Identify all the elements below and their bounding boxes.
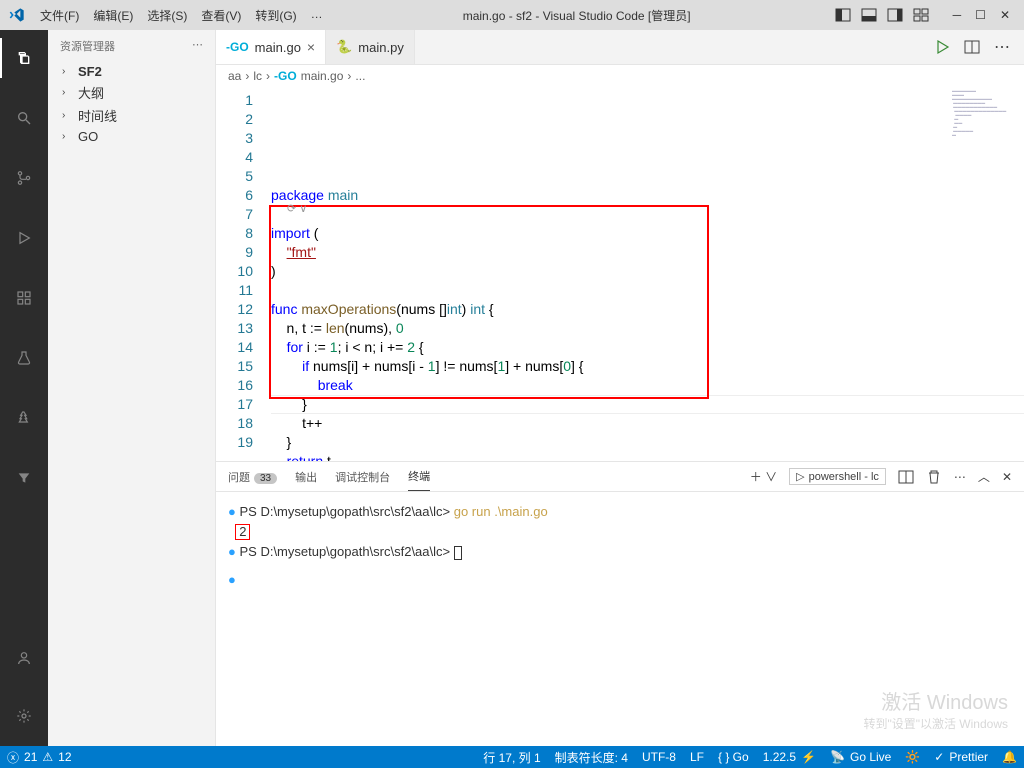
editor-group: -GO main.go × 🐍 main.py ⋯ aa › lc › -GO … xyxy=(216,30,1024,746)
status-encoding[interactable]: UTF-8 xyxy=(635,749,683,766)
breadcrumb[interactable]: aa › lc › -GO main.go › ... xyxy=(216,65,1024,87)
layout-editor-icon[interactable] xyxy=(835,7,851,23)
terminal-body[interactable]: ● PS D:\mysetup\gopath\src\sf2\aa\lc> go… xyxy=(216,492,1024,746)
testing-icon[interactable] xyxy=(0,338,48,378)
go-file-icon: -GO xyxy=(226,40,249,54)
window-title: main.go - sf2 - Visual Studio Code [管理员] xyxy=(329,7,825,24)
close-icon[interactable]: × xyxy=(307,39,315,55)
line-numbers: 12345678910111213141516171819 xyxy=(216,87,271,461)
new-terminal-icon[interactable]: ＋ ∨ xyxy=(750,468,777,485)
run-debug-icon[interactable] xyxy=(0,218,48,258)
menu-select[interactable]: 选择(S) xyxy=(141,3,193,28)
status-golive[interactable]: 📡 Go Live xyxy=(823,749,898,766)
sidebar-more-icon[interactable]: ⋯ xyxy=(192,38,203,54)
split-editor-icon[interactable] xyxy=(964,39,980,55)
layout-customize-icon[interactable] xyxy=(913,7,929,23)
search-icon[interactable] xyxy=(0,98,48,138)
sidebar-item-outline[interactable]: ›大纲 xyxy=(48,81,215,104)
code-area[interactable]: ⟳ ∨ package mainimport ( "fmt")func maxO… xyxy=(271,87,1024,461)
go-ext-icon[interactable] xyxy=(0,398,48,438)
vscode-icon xyxy=(0,7,34,23)
title-bar: 文件(F) 编辑(E) 选择(S) 查看(V) 转到(G) … main.go … xyxy=(0,0,1024,30)
status-misc[interactable]: 🔆 xyxy=(898,749,927,766)
maximize-button[interactable]: ☐ xyxy=(975,8,986,22)
menu-edit[interactable]: 编辑(E) xyxy=(87,3,139,28)
menu-go[interactable]: 转到(G) xyxy=(249,3,302,28)
panel-tab-terminal[interactable]: 终端 xyxy=(408,462,430,491)
status-bar: ⓧ 21 ⚠ 12 行 17, 列 1 制表符长度: 4 UTF-8 LF { … xyxy=(0,746,1024,768)
sidebar-item-sf2[interactable]: ›SF2 xyxy=(48,62,215,81)
menu-more[interactable]: … xyxy=(305,3,329,28)
panel-tab-output[interactable]: 输出 xyxy=(295,463,317,491)
status-bell-icon[interactable]: 🔔 xyxy=(995,749,1024,766)
tab-main-go[interactable]: -GO main.go × xyxy=(216,30,326,64)
run-icon[interactable] xyxy=(934,39,950,55)
status-lncol[interactable]: 行 17, 列 1 xyxy=(476,749,547,766)
source-control-icon[interactable] xyxy=(0,158,48,198)
extensions-icon[interactable] xyxy=(0,278,48,318)
editor-tabs: -GO main.go × 🐍 main.py ⋯ xyxy=(216,30,1024,65)
explorer-icon[interactable] xyxy=(0,38,48,78)
sidebar-item-timeline[interactable]: ›时间线 xyxy=(48,104,215,127)
more-actions-icon[interactable]: ⋯ xyxy=(994,37,1010,57)
python-file-icon: 🐍 xyxy=(336,39,352,55)
split-terminal-icon[interactable] xyxy=(898,469,914,485)
minimap[interactable]: ▬▬▬▬▬▬ ▬▬▬ ▬▬▬▬▬▬▬▬▬▬ ▬▬▬▬▬▬▬▬ ▬▬▬▬▬▬▬▬▬… xyxy=(952,89,1022,149)
panel: 问题33 输出 调试控制台 终端 ＋ ∨ ▷ powershell - lc ⋯… xyxy=(216,461,1024,746)
status-tabsize[interactable]: 制表符长度: 4 xyxy=(548,749,635,766)
layout-sidebar-icon[interactable] xyxy=(887,7,903,23)
minimize-button[interactable]: ─ xyxy=(953,8,962,22)
code-annotation-icon[interactable]: ⟳ ∨ xyxy=(287,200,307,219)
status-language[interactable]: { } Go xyxy=(711,749,756,766)
menu-file[interactable]: 文件(F) xyxy=(34,3,85,28)
sidebar-item-go[interactable]: ›GO xyxy=(48,127,215,146)
status-eol[interactable]: LF xyxy=(683,749,711,766)
sidebar-explorer: 资源管理器 ⋯ ›SF2 ›大纲 ›时间线 ›GO xyxy=(48,30,216,746)
activity-bar xyxy=(0,30,48,746)
menu-view[interactable]: 查看(V) xyxy=(195,3,247,28)
status-errors[interactable]: ⓧ 21 ⚠ 12 xyxy=(0,749,79,766)
terminal-selector[interactable]: ▷ powershell - lc xyxy=(789,468,886,485)
panel-tab-debug[interactable]: 调试控制台 xyxy=(335,463,390,491)
editor-body[interactable]: 12345678910111213141516171819 ⟳ ∨ packag… xyxy=(216,87,1024,461)
close-panel-icon[interactable]: ✕ xyxy=(1002,470,1012,484)
filter-icon[interactable] xyxy=(0,458,48,498)
panel-tab-problems[interactable]: 问题33 xyxy=(228,463,277,491)
close-button[interactable]: ✕ xyxy=(1000,8,1010,22)
trash-icon[interactable] xyxy=(926,469,942,485)
chevron-up-icon[interactable]: ︿ xyxy=(978,468,990,485)
menu-bar: 文件(F) 编辑(E) 选择(S) 查看(V) 转到(G) … xyxy=(34,3,329,28)
status-prettier[interactable]: ✓ Prettier xyxy=(927,749,995,766)
sidebar-title: 资源管理器 xyxy=(60,38,115,54)
more-icon[interactable]: ⋯ xyxy=(954,470,966,484)
layout-panel-icon[interactable] xyxy=(861,7,877,23)
tab-main-py[interactable]: 🐍 main.py xyxy=(326,30,415,64)
status-version[interactable]: 1.22.5 ⚡ xyxy=(756,749,823,766)
settings-gear-icon[interactable] xyxy=(0,696,48,736)
accounts-icon[interactable] xyxy=(0,638,48,678)
